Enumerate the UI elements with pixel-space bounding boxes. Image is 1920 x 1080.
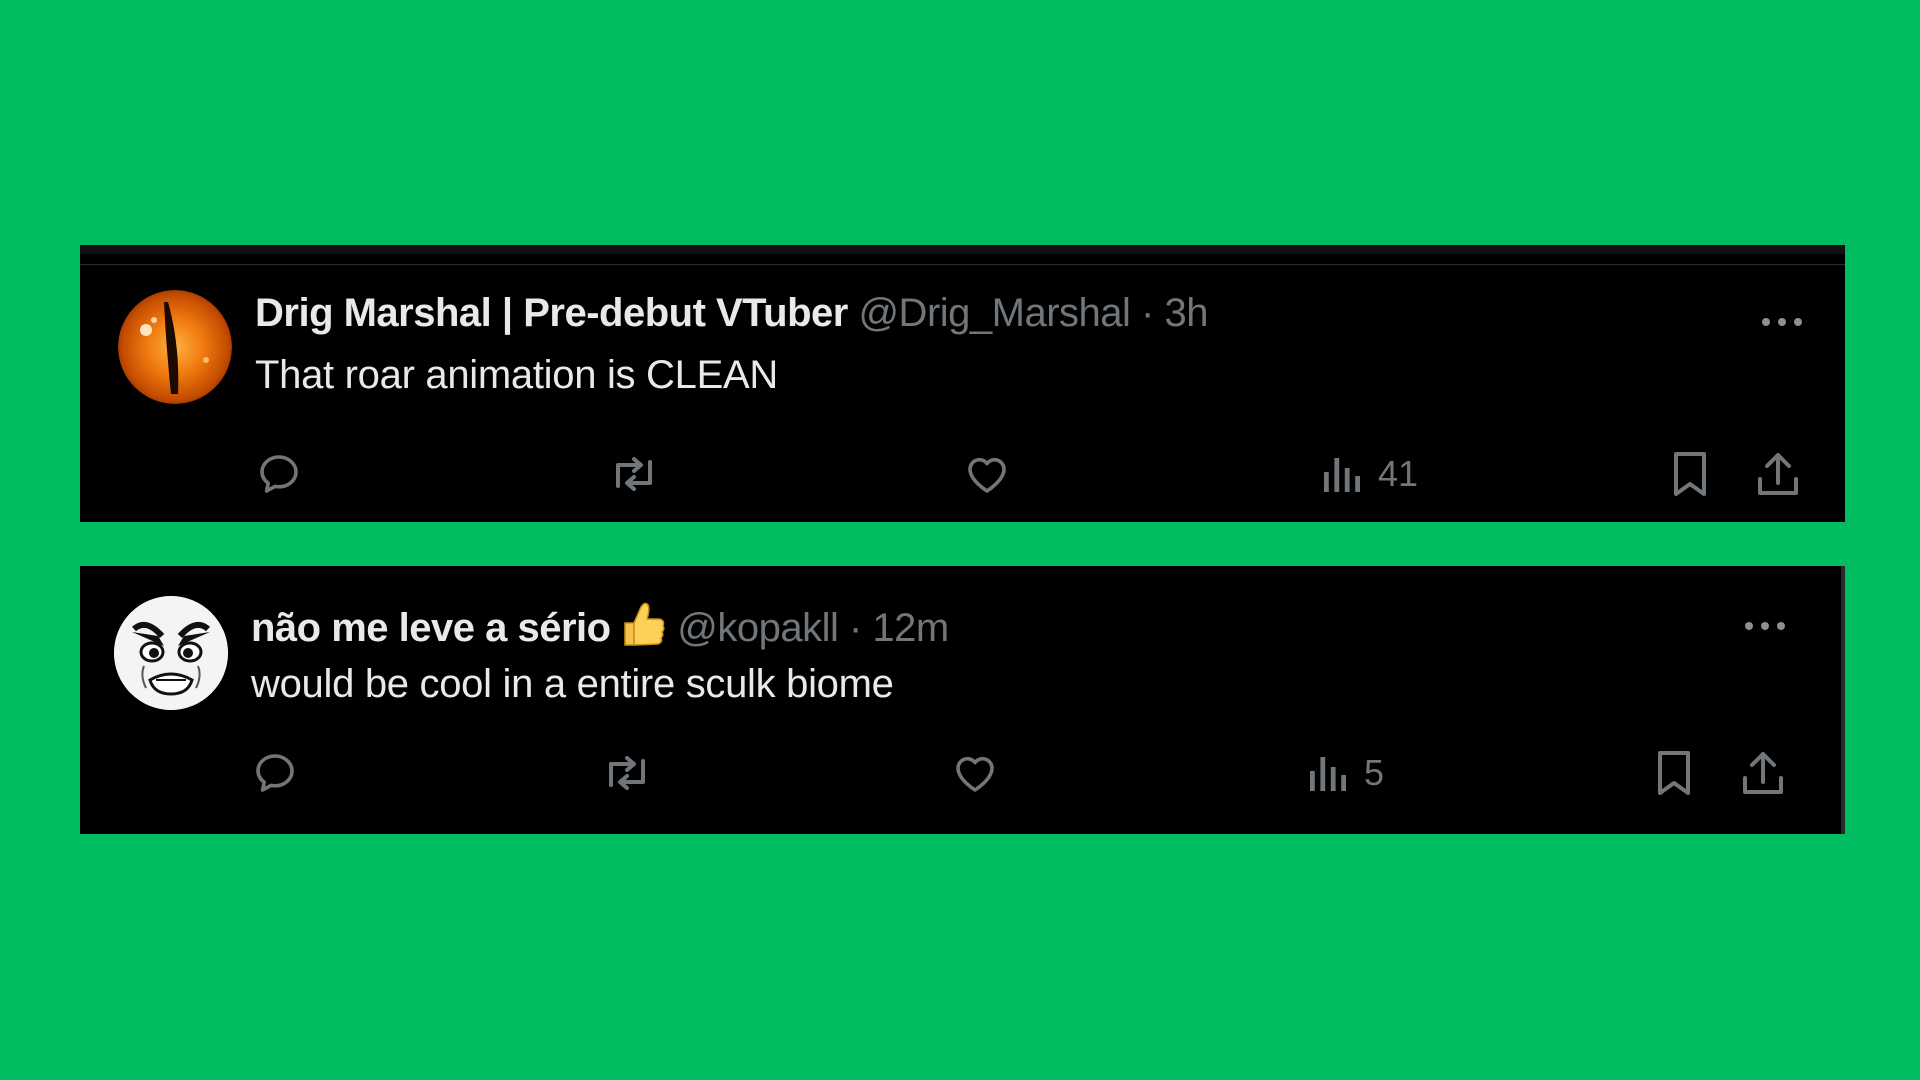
bookmark-button[interactable] [1652, 748, 1696, 798]
reply-icon [260, 455, 298, 493]
share-icon [1758, 453, 1798, 495]
share-button[interactable] [1755, 449, 1801, 499]
like-button[interactable] [951, 748, 999, 798]
share-icon [1743, 752, 1783, 794]
more-options-icon[interactable] [1743, 616, 1787, 636]
tweet-card[interactable]: Drig Marshal | Pre-debut VTuber @Drig_Ma… [80, 245, 1845, 522]
more-options-icon[interactable] [1760, 312, 1804, 332]
repost-icon [609, 756, 645, 790]
avatar[interactable] [118, 290, 232, 404]
bookmark-button[interactable] [1668, 449, 1712, 499]
user-handle[interactable]: @Drig_Marshal [858, 291, 1130, 335]
repost-button[interactable] [601, 748, 653, 798]
views-button[interactable]: 41 [1320, 449, 1418, 499]
thumbs-up-emoji-icon [621, 599, 667, 660]
view-count: 5 [1364, 752, 1385, 793]
view-count: 41 [1378, 453, 1419, 494]
angry-face-icon [114, 596, 228, 710]
reply-button[interactable] [255, 449, 303, 499]
dragon-eye-icon [118, 290, 232, 404]
views-button[interactable]: 5 [1306, 748, 1384, 798]
repost-button[interactable] [608, 449, 660, 499]
tweet-text: That roar animation is CLEAN [255, 353, 778, 397]
divider [80, 264, 1845, 265]
reply-button[interactable] [251, 748, 299, 798]
avatar[interactable] [114, 596, 228, 710]
tweet-header: não me leve a sério @kopakll · 12m [251, 599, 949, 660]
heart-icon [956, 756, 994, 792]
like-button[interactable] [963, 449, 1011, 499]
analytics-icon [1310, 757, 1346, 791]
analytics-icon [1324, 458, 1360, 492]
repost-icon [616, 457, 652, 491]
tweet-header: Drig Marshal | Pre-debut VTuber @Drig_Ma… [255, 289, 1208, 337]
tweet-text: would be cool in a entire sculk biome [251, 662, 894, 706]
separator-dot: · [848, 606, 862, 650]
separator-dot: · [1141, 291, 1154, 335]
tweet-card[interactable]: não me leve a sério @kopakll · 12m would… [80, 566, 1845, 834]
timestamp[interactable]: 3h [1165, 291, 1209, 335]
bookmark-icon [1658, 751, 1690, 795]
heart-icon [968, 457, 1006, 493]
bookmark-icon [1674, 452, 1706, 496]
reply-icon [256, 754, 294, 792]
display-name[interactable]: Drig Marshal | Pre-debut VTuber [255, 291, 848, 335]
share-button[interactable] [1740, 748, 1786, 798]
timestamp[interactable]: 12m [872, 606, 949, 650]
user-handle[interactable]: @kopakll [677, 606, 839, 650]
display-name[interactable]: não me leve a sério [251, 606, 611, 650]
